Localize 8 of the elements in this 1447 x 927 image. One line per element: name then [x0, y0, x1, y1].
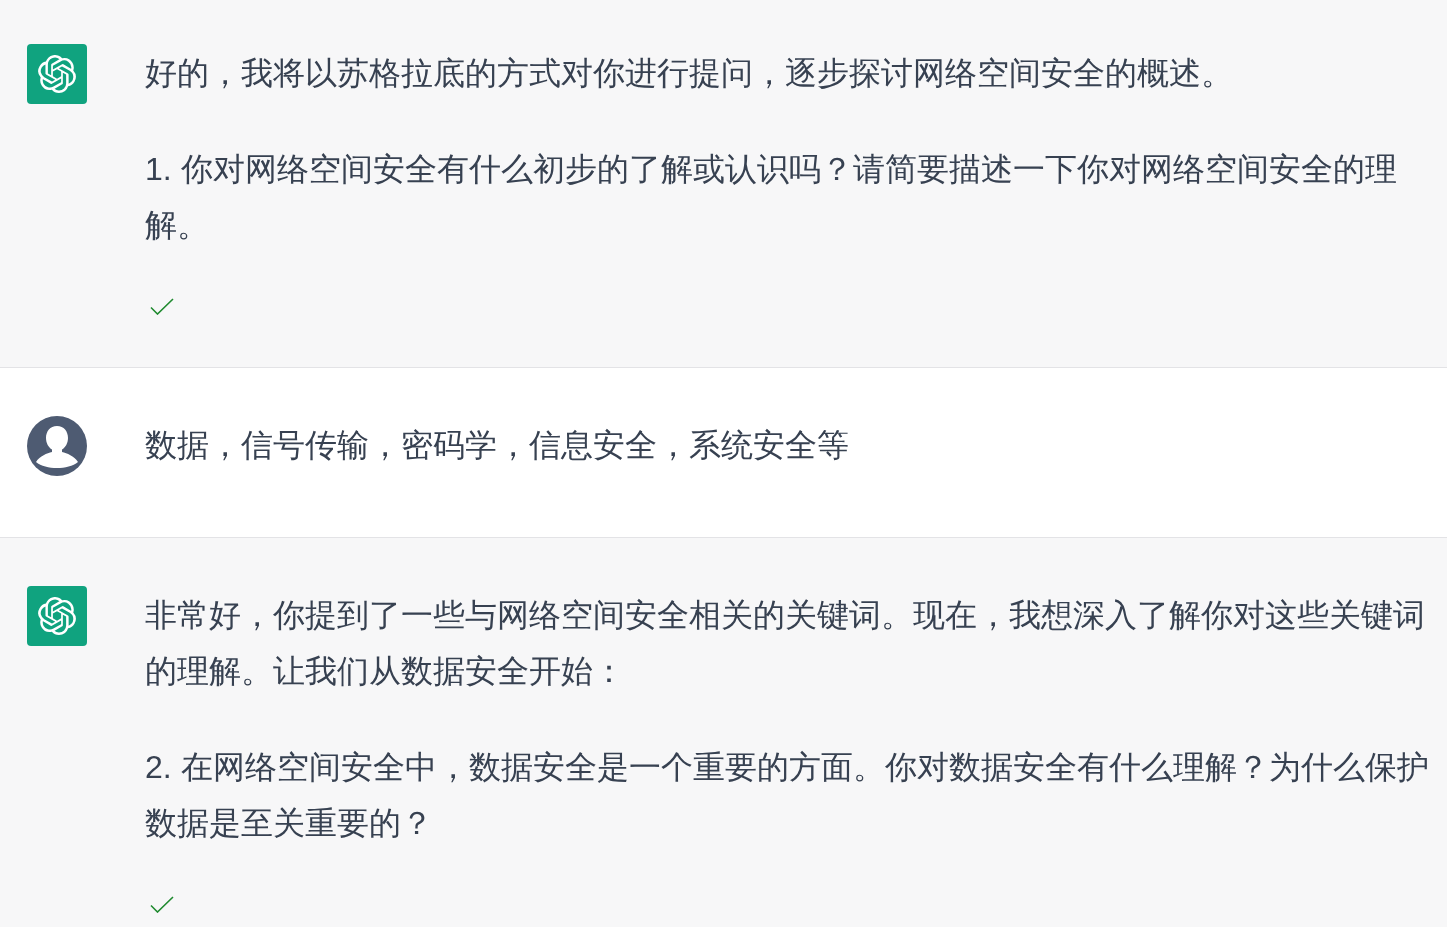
message-text: 2. 在网络空间安全中，数据安全是一个重要的方面。你对数据安全有什么理解？为什么保护数据是至关重要的？ [145, 748, 1430, 843]
message-text: 数据，信号传输，密码学，信息安全，系统安全等 [145, 426, 850, 465]
message-text: 好的，我将以苏格拉底的方式对你进行提问，逐步探讨网络空间安全的概述。 [145, 54, 1234, 93]
logo-icon [27, 44, 87, 104]
logo-icon [27, 586, 87, 646]
message-text: 1. 你对网络空间安全有什么初步的了解或认识吗？请简要描述一下你对网络空间安全的理解。 [145, 150, 1398, 245]
message-text: 非常好，你提到了一些与网络空间安全相关的关键词。现在，我想深入了解你对这些关键词的理解。让我们从数据安全开始： [145, 596, 1426, 691]
person-avatar-icon [27, 416, 87, 476]
